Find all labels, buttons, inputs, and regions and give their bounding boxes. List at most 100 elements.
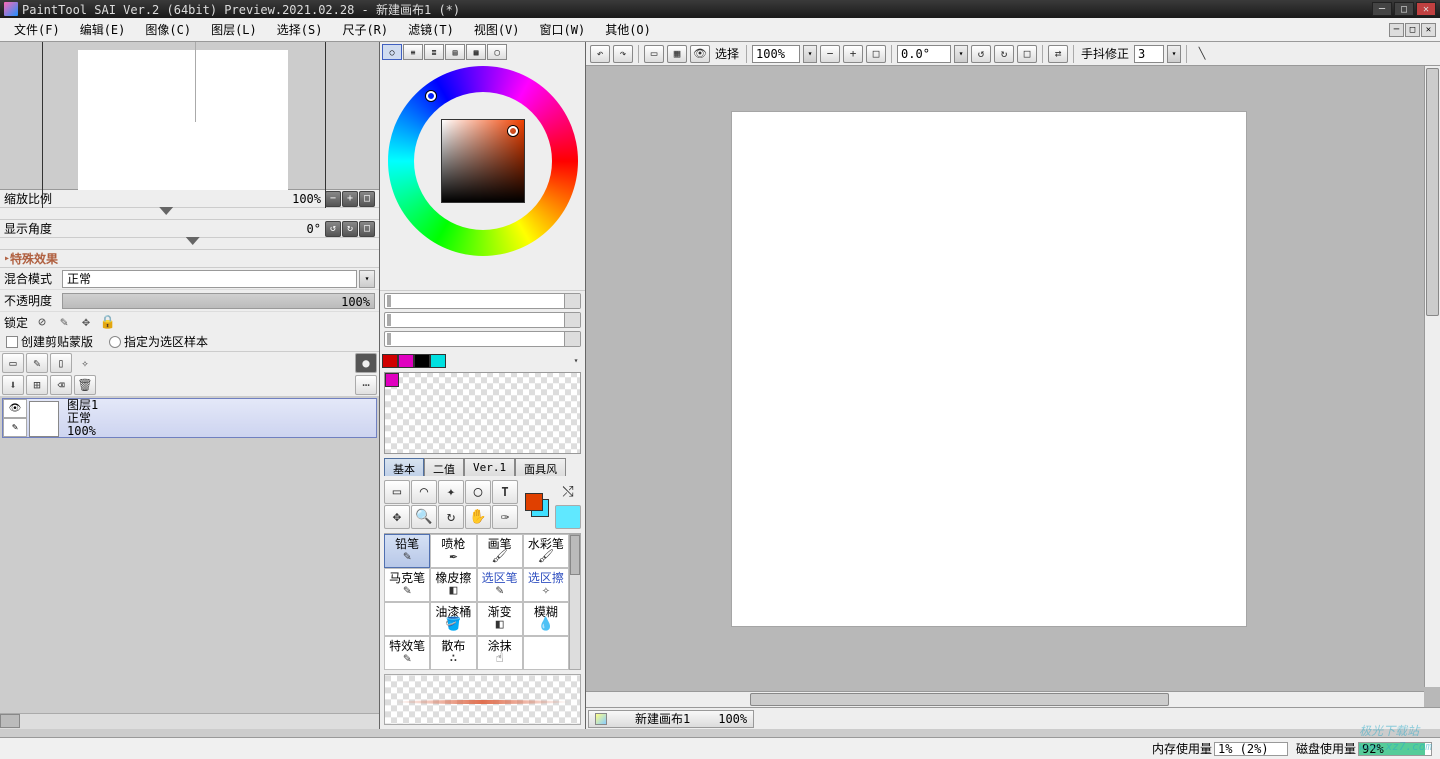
color-scratchpad-mode[interactable]: ▢ xyxy=(487,44,507,60)
move-tool[interactable]: ✥ xyxy=(384,505,410,529)
menu-select[interactable]: 选择(S) xyxy=(267,18,333,41)
tool-tab-ver1[interactable]: Ver.1 xyxy=(464,458,515,476)
color-slider-3[interactable] xyxy=(384,331,581,347)
zoom-in-button[interactable]: + xyxy=(342,191,358,207)
redo-button[interactable]: ↷ xyxy=(613,45,633,63)
color-wheel-mode[interactable]: ◯ xyxy=(382,44,402,60)
zoom-fit-canvas[interactable]: □ xyxy=(866,45,886,63)
mdi-maximize-button[interactable]: □ xyxy=(1405,23,1420,37)
special-effects-header[interactable]: 特殊效果 xyxy=(0,250,379,268)
lock-pixel-icon[interactable]: ✎ xyxy=(56,314,72,330)
mask-button[interactable]: ● xyxy=(355,353,377,373)
menu-file[interactable]: 文件(F) xyxy=(4,18,70,41)
rotate-ccw-canvas[interactable]: ↺ xyxy=(971,45,991,63)
menu-image[interactable]: 图像(C) xyxy=(135,18,201,41)
duplicate-layer-button[interactable]: ⊞ xyxy=(26,375,48,395)
angle-dropdown[interactable]: ▾ xyxy=(954,45,968,63)
brush-eraser[interactable]: 橡皮擦◧ xyxy=(430,568,476,602)
shape-tool[interactable]: ◯ xyxy=(465,480,491,504)
minimize-button[interactable]: ─ xyxy=(1372,2,1392,16)
transform-button[interactable]: ✧ xyxy=(74,353,96,373)
sv-picker[interactable] xyxy=(441,119,525,203)
brush-smudge[interactable]: 涂抹☝ xyxy=(477,636,523,670)
color-mixer-mode[interactable]: ▤ xyxy=(445,44,465,60)
maximize-button[interactable]: □ xyxy=(1394,2,1414,16)
undo-button[interactable]: ↶ xyxy=(590,45,610,63)
transparent-color[interactable] xyxy=(555,505,581,529)
new-folder-button[interactable]: ▯ xyxy=(50,353,72,373)
layer-visible-icon[interactable]: 👁 xyxy=(3,399,27,418)
blend-mode-dropdown[interactable]: 正常 xyxy=(62,270,357,288)
hand-tool[interactable]: ✋ xyxy=(465,505,491,529)
brush-empty2[interactable] xyxy=(523,636,569,670)
brush-airbrush[interactable]: 喷枪✒ xyxy=(430,534,476,568)
color-swatches-mode[interactable]: ▦ xyxy=(466,44,486,60)
rotate-tool[interactable]: ↻ xyxy=(438,505,464,529)
menu-window[interactable]: 窗口(W) xyxy=(530,18,596,41)
brush-sel-eraser[interactable]: 选区擦✧ xyxy=(523,568,569,602)
swatch[interactable] xyxy=(398,354,414,368)
merge-down-button[interactable]: ⬇ xyxy=(2,375,24,395)
line-tool-icon[interactable]: ╲ xyxy=(1192,45,1212,63)
lock-move-icon[interactable]: ✥ xyxy=(78,314,94,330)
brush-pencil[interactable]: 铅笔✎ xyxy=(384,534,430,568)
brush-marker[interactable]: 马克笔✎ xyxy=(384,568,430,602)
delete-layer-button[interactable]: 🗑 xyxy=(74,375,96,395)
tool-tab-mask[interactable]: 面具风 xyxy=(515,458,566,476)
stabilizer-field[interactable]: 3 xyxy=(1134,45,1164,63)
clear-layer-button[interactable]: ⌫ xyxy=(50,375,72,395)
palette[interactable] xyxy=(384,372,581,455)
new-layer-button[interactable]: ▭ xyxy=(2,353,24,373)
canvas-document[interactable] xyxy=(732,112,1246,626)
rotate-reset-button[interactable]: □ xyxy=(359,221,375,237)
brush-blur[interactable]: 模糊💧 xyxy=(523,602,569,636)
clip-mask-checkbox[interactable]: 创建剪贴蒙版 xyxy=(6,333,93,350)
zoom-in-canvas[interactable]: + xyxy=(843,45,863,63)
angle-field[interactable]: 0.0° xyxy=(897,45,951,63)
brush-sel-pen[interactable]: 选区笔✎ xyxy=(477,568,523,602)
swap-colors-icon[interactable]: ⤭ xyxy=(555,480,581,504)
tool-tab-basic[interactable]: 基本 xyxy=(384,458,424,476)
marquee-tool[interactable]: ▭ xyxy=(384,480,410,504)
layer-edit-icon[interactable]: ✎ xyxy=(3,418,27,437)
lasso-tool[interactable]: ◠ xyxy=(411,480,437,504)
document-tab[interactable]: 新建画布1 100% xyxy=(588,710,754,728)
zoom-slider[interactable] xyxy=(0,208,379,220)
brush-brush[interactable]: 画笔🖌 xyxy=(477,534,523,568)
zoom-reset-button[interactable]: □ xyxy=(359,191,375,207)
brush-empty[interactable] xyxy=(384,602,430,636)
lock-all-icon[interactable]: 🔒 xyxy=(100,314,116,330)
menu-layer[interactable]: 图层(L) xyxy=(201,18,267,41)
new-linework-layer-button[interactable]: ✎ xyxy=(26,353,48,373)
selection-sample-radio[interactable]: 指定为选区样本 xyxy=(109,333,208,350)
menu-other[interactable]: 其他(O) xyxy=(595,18,661,41)
color-rgb-mode[interactable]: ≡ xyxy=(403,44,423,60)
menu-edit[interactable]: 编辑(E) xyxy=(70,18,136,41)
vertical-scrollbar[interactable] xyxy=(1424,66,1440,687)
color-hsv-mode[interactable]: ≣ xyxy=(424,44,444,60)
show-sel-button[interactable]: 👁 xyxy=(690,45,710,63)
zoom-out-button[interactable]: − xyxy=(325,191,341,207)
canvas-viewport[interactable] xyxy=(586,66,1440,707)
zoom-tool[interactable]: 🔍 xyxy=(411,505,437,529)
fg-bg-colors[interactable] xyxy=(525,493,549,517)
mdi-minimize-button[interactable]: ─ xyxy=(1389,23,1404,37)
brush-fx[interactable]: 特效笔✎ xyxy=(384,636,430,670)
rotate-cw-button[interactable]: ↻ xyxy=(342,221,358,237)
brush-watercolor[interactable]: 水彩笔🖌 xyxy=(523,534,569,568)
menu-ruler[interactable]: 尺子(R) xyxy=(332,18,398,41)
color-wheel[interactable] xyxy=(388,66,578,256)
opacity-slider[interactable]: 100% xyxy=(62,293,375,309)
swatch[interactable] xyxy=(414,354,430,368)
zoom-out-canvas[interactable]: − xyxy=(820,45,840,63)
wand-tool[interactable]: ✦ xyxy=(438,480,464,504)
brush-scatter[interactable]: 散布∴ xyxy=(430,636,476,670)
navigator[interactable] xyxy=(0,42,379,190)
menu-filter[interactable]: 滤镜(T) xyxy=(398,18,464,41)
swatch[interactable] xyxy=(430,354,446,368)
deselect-button[interactable]: ▭ xyxy=(644,45,664,63)
flip-h-button[interactable]: ⇄ xyxy=(1048,45,1068,63)
color-slider-2[interactable] xyxy=(384,312,581,328)
swatch-menu-button[interactable]: ▾ xyxy=(569,354,583,368)
text-tool[interactable]: T xyxy=(492,480,518,504)
